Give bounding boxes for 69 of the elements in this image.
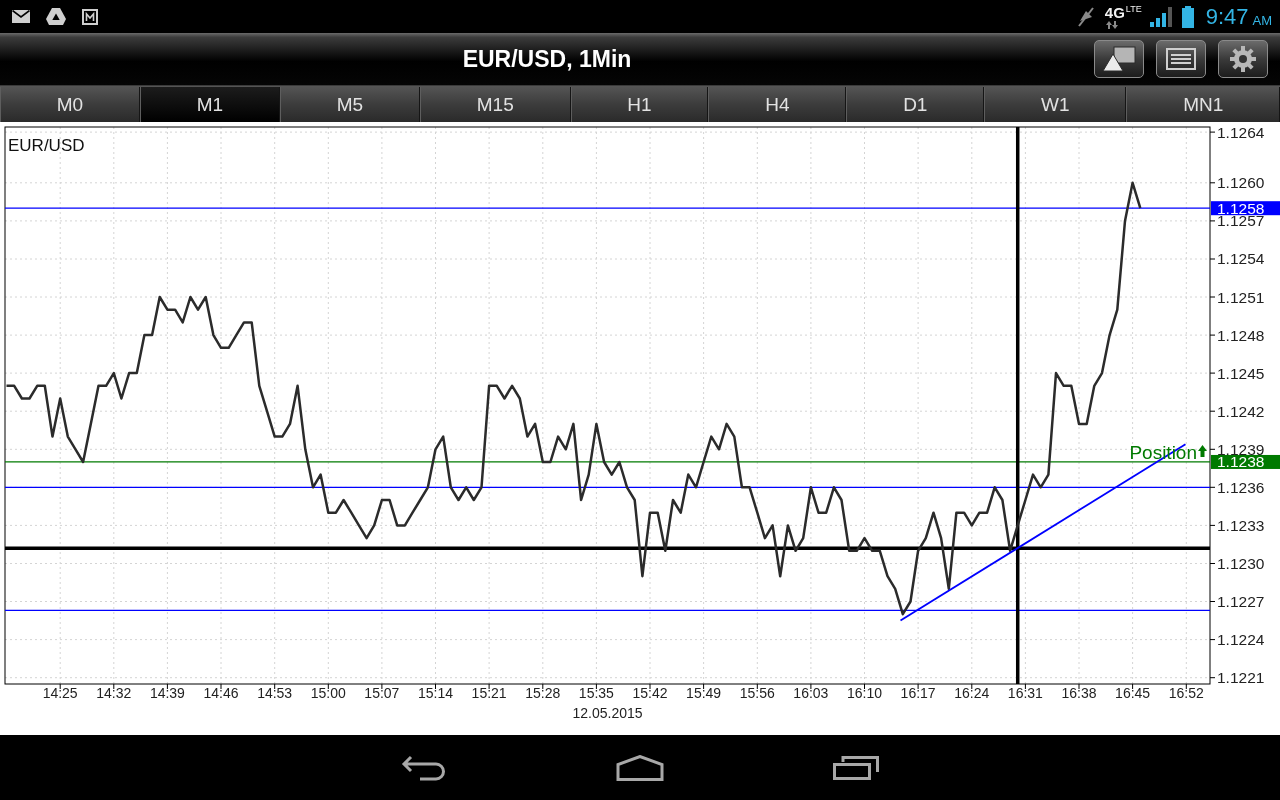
axis-label: 1.1242 [1217, 402, 1265, 420]
timeframe-tab[interactable]: H4 [708, 87, 847, 122]
axis-label: 1.1233 [1217, 516, 1265, 534]
axis-label: 1.1248 [1217, 326, 1265, 344]
axis-label: 1.1224 [1217, 631, 1265, 649]
axis-label: 1.1230 [1217, 554, 1265, 572]
recent-apps-icon [833, 755, 879, 780]
timeframe-tab[interactable]: M15 [420, 87, 571, 122]
muted-icon [1076, 6, 1095, 27]
axis-label: 1.1254 [1217, 250, 1265, 268]
timeframe-tab[interactable]: D1 [846, 87, 985, 122]
axis-label: 15:28 [525, 685, 561, 701]
signal-icon [1149, 6, 1174, 27]
timeframe-tab[interactable]: H1 [570, 87, 709, 122]
axis-label: 1.1221 [1217, 669, 1265, 687]
axis-label: 15:35 [578, 685, 614, 701]
arrow-up-icon [1198, 444, 1207, 457]
axis-label: 15:07 [364, 685, 400, 701]
axis-label: 14:39 [149, 685, 185, 701]
network-type: 4G [1104, 4, 1125, 20]
back-icon [401, 754, 447, 781]
axis-label: 15:42 [632, 685, 668, 701]
axis-label: 16:24 [954, 685, 990, 701]
axis-label: 15:14 [418, 685, 454, 701]
axis-label: 14:32 [96, 685, 132, 701]
axis-label: 15:49 [686, 685, 722, 701]
list-icon [1166, 48, 1196, 70]
mail-icon [12, 10, 30, 23]
axis-label: 15:56 [739, 685, 775, 701]
clock-time: 9:47 [1205, 3, 1249, 30]
axis-label: 16:31 [1007, 685, 1043, 701]
battery-icon [1181, 5, 1194, 28]
axis-label: 15:21 [471, 685, 507, 701]
timeframe-tab[interactable]: M1 [140, 87, 280, 122]
axis-label: 14:53 [257, 685, 293, 701]
axis-label: 16:03 [793, 685, 829, 701]
axis-label: 14:25 [42, 685, 78, 701]
window-title: EUR/USD, 1Min [461, 45, 633, 73]
timeframe-tab[interactable]: MN1 [1126, 87, 1280, 122]
ref-line-label: 1.1258 [1217, 199, 1265, 217]
axis-label: 16:10 [847, 685, 883, 701]
axis-label: 16:45 [1115, 685, 1151, 701]
triangle-icon [46, 8, 66, 25]
axis-label: 1.1236 [1217, 478, 1265, 496]
clock-meridiem: AM [1252, 12, 1272, 28]
axis-label: 1.1260 [1217, 174, 1265, 192]
axis-label: 16:38 [1061, 685, 1097, 701]
axis-label: 1.1227 [1217, 593, 1265, 611]
network-subtype: LTE [1125, 4, 1142, 14]
settings-button[interactable] [1218, 40, 1268, 78]
axis-label: 16:52 [1168, 685, 1204, 701]
axis-title: 12.05.2015 [572, 705, 643, 721]
axis-label: 1.1264 [1217, 123, 1265, 141]
axis-label: 1.1245 [1217, 364, 1265, 382]
axis-label: 15:00 [310, 685, 346, 701]
envelope-square-icon [82, 8, 98, 25]
axis-label: 1.1251 [1217, 288, 1265, 306]
list-button[interactable] [1156, 40, 1206, 78]
timeframe-tab[interactable]: W1 [984, 87, 1127, 122]
axis-label: 14:46 [203, 685, 239, 701]
home-icon [616, 754, 664, 781]
timeframe-tab[interactable]: M0 [0, 87, 140, 122]
data-arrows-icon [1104, 20, 1119, 29]
axis-label: 16:17 [900, 685, 936, 701]
objects-button[interactable] [1094, 40, 1144, 78]
shapes-icon [1102, 46, 1136, 72]
chart-title: EUR/USD [8, 136, 85, 155]
timeframe-tab[interactable]: M5 [280, 87, 420, 122]
price-label: 1.1258 [1211, 199, 1280, 217]
